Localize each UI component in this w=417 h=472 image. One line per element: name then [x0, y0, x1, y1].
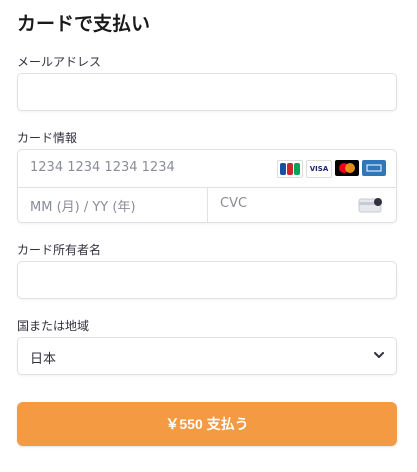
card-expiry-field[interactable]: MM (月) / YY (年): [18, 187, 208, 223]
card-info-label: カード情報: [17, 131, 78, 145]
cardholder-name-field[interactable]: [17, 261, 397, 299]
mastercard-icon: [335, 160, 359, 176]
chevron-down-icon: [374, 352, 384, 358]
cardholder-label: カード所有者名: [17, 243, 102, 257]
card-info-group: 1234 1234 1234 1234 VISA MM (月) / YY (年)…: [17, 149, 397, 223]
jcb-icon: [277, 160, 303, 178]
pay-button[interactable]: ￥550 支払う: [17, 402, 397, 446]
payment-form: カードで支払い メールアドレス カード情報 1234 1234 1234 123…: [0, 0, 417, 472]
country-select[interactable]: 日本: [17, 337, 397, 375]
card-cvc-field[interactable]: CVC: [208, 187, 396, 223]
card-brands: VISA: [277, 160, 386, 178]
visa-icon: VISA: [306, 160, 332, 178]
page-title: カードで支払い: [17, 13, 151, 35]
amex-icon: [362, 160, 386, 176]
email-field[interactable]: [17, 73, 397, 111]
country-selected-value: 日本: [30, 352, 57, 367]
country-label: 国または地域: [17, 319, 90, 333]
email-label: メールアドレス: [17, 55, 102, 69]
card-expiry-placeholder: MM (月) / YY (年): [30, 200, 136, 215]
card-number-placeholder: 1234 1234 1234 1234: [30, 160, 175, 175]
card-cvc-placeholder: CVC: [220, 196, 248, 211]
cvc-card-icon: [358, 198, 382, 213]
card-number-field[interactable]: 1234 1234 1234 1234 VISA: [18, 150, 396, 188]
